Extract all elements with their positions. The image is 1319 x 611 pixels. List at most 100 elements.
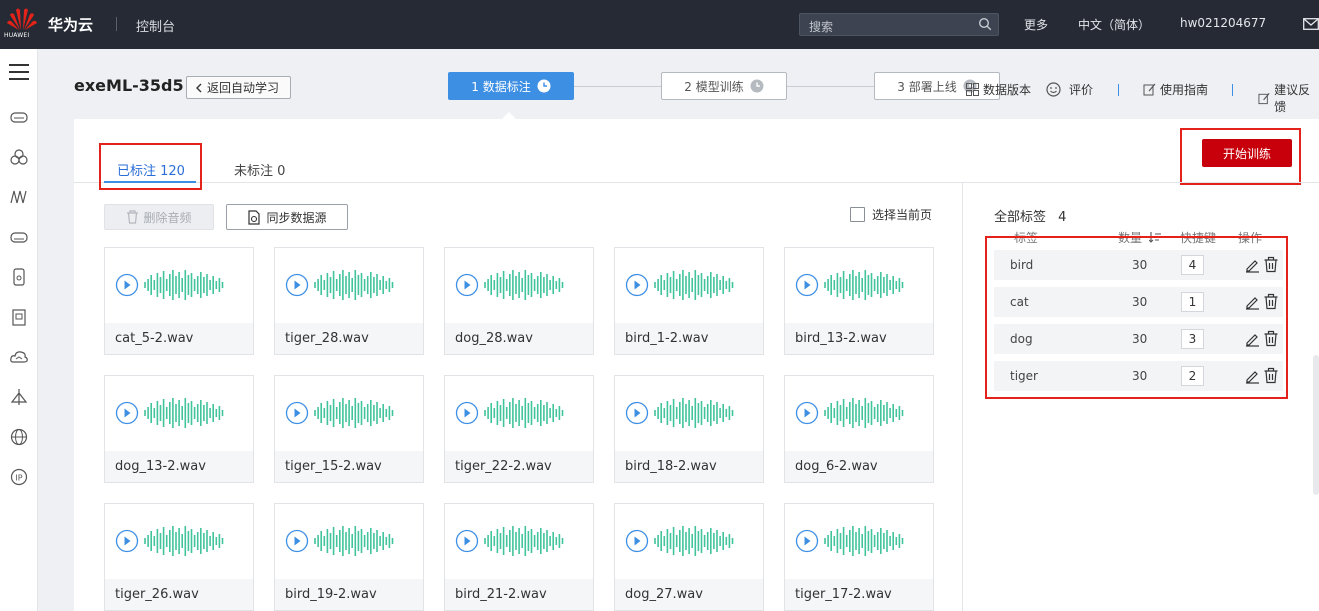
all-labels-title: 全部标签	[994, 210, 1047, 225]
database-icon[interactable]	[9, 267, 29, 287]
audio-card[interactable]: bird_19-2.wav	[274, 503, 424, 611]
delete-audio-button[interactable]: 删除音频	[104, 204, 214, 230]
project-title: exeML-35d5	[74, 76, 184, 95]
search-input[interactable]: 搜索	[809, 18, 833, 35]
trash-icon	[127, 210, 139, 224]
waveform	[455, 526, 564, 556]
audio-file-name: tiger_22-2.wav	[445, 451, 593, 482]
globe-icon[interactable]	[9, 427, 29, 447]
play-icon[interactable]	[625, 273, 649, 297]
waveform	[795, 270, 904, 300]
audio-card[interactable]: bird_18-2.wav	[614, 375, 764, 483]
audio-file-name: dog_13-2.wav	[105, 451, 253, 482]
waveform	[285, 398, 394, 428]
audio-card[interactable]: tiger_17-2.wav	[784, 503, 934, 611]
ai-icon[interactable]	[9, 387, 29, 407]
rate-link[interactable]: 评价	[1046, 81, 1093, 98]
feedback-label: 建议反馈	[1274, 83, 1311, 114]
toolbar-divider	[1118, 84, 1119, 96]
audio-card[interactable]: dog_28.wav	[444, 247, 594, 355]
audio-file-name: tiger_15-2.wav	[275, 451, 423, 482]
step-label: 2 模型训练	[684, 79, 744, 94]
play-icon[interactable]	[115, 401, 139, 425]
network-icon[interactable]	[9, 187, 29, 207]
audio-card[interactable]: bird_21-2.wav	[444, 503, 594, 611]
step-model-training[interactable]: 2 模型训练	[661, 72, 787, 100]
audio-card[interactable]: dog_6-2.wav	[784, 375, 934, 483]
audio-card[interactable]: cat_5-2.wav	[104, 247, 254, 355]
audio-card[interactable]: bird_1-2.wav	[614, 247, 764, 355]
service-sidebar: IP	[0, 49, 38, 611]
waveform	[285, 270, 394, 300]
console-link[interactable]: 控制台	[136, 16, 175, 35]
more-menu[interactable]: 更多	[1024, 16, 1048, 33]
search-icon[interactable]	[978, 17, 992, 31]
audio-card[interactable]: tiger_15-2.wav	[274, 375, 424, 483]
clock-icon	[750, 79, 764, 93]
top-nav-bar: HUAWEI 华为云 控制台 搜索 更多 中文（简体） hw021204677	[0, 0, 1319, 49]
waveform	[115, 398, 224, 428]
play-icon[interactable]	[795, 273, 819, 297]
back-to-exeml-button[interactable]: 返回自动学习	[186, 76, 291, 99]
audio-file-name: bird_1-2.wav	[615, 323, 763, 354]
play-icon[interactable]	[795, 401, 819, 425]
document-icon[interactable]	[9, 307, 29, 327]
cloud-server-icon[interactable]	[9, 107, 29, 127]
feedback-link[interactable]: 建议反馈	[1258, 81, 1319, 115]
play-icon[interactable]	[455, 401, 479, 425]
audio-card[interactable]: dog_13-2.wav	[104, 375, 254, 483]
audio-file-name: cat_5-2.wav	[105, 323, 253, 354]
ip-icon[interactable]: IP	[9, 467, 29, 487]
step-label: 3 部署上线	[897, 79, 957, 94]
sync-data-source-label: 同步数据源	[266, 210, 327, 225]
audio-card[interactable]: tiger_28.wav	[274, 247, 424, 355]
audio-file-name: bird_21-2.wav	[445, 579, 593, 610]
huawei-logo[interactable]: HUAWEI	[4, 6, 38, 42]
select-current-page[interactable]: 选择当前页	[850, 206, 932, 223]
play-icon[interactable]	[455, 529, 479, 553]
audio-card[interactable]: tiger_26.wav	[104, 503, 254, 611]
panel-separator	[962, 182, 1319, 183]
menu-icon[interactable]	[9, 64, 29, 80]
step-label: 1 数据标注	[471, 79, 531, 94]
storage-icon[interactable]	[9, 227, 29, 247]
audio-card[interactable]: tiger_22-2.wav	[444, 375, 594, 483]
play-icon[interactable]	[795, 529, 819, 553]
select-page-checkbox[interactable]	[850, 207, 865, 222]
brand-name[interactable]: 华为云	[48, 14, 93, 35]
global-search[interactable]: 搜索	[799, 13, 999, 36]
play-icon[interactable]	[115, 273, 139, 297]
all-labels-heading: 全部标签 4	[994, 206, 1066, 225]
user-guide-link[interactable]: 使用指南	[1143, 81, 1208, 98]
cloud-group-icon[interactable]	[9, 147, 29, 167]
waveform	[625, 270, 734, 300]
audio-file-name: dog_27.wav	[615, 579, 763, 610]
delete-audio-label: 删除音频	[143, 210, 192, 225]
sync-data-source-button[interactable]: 同步数据源	[226, 204, 348, 230]
edit-note-icon	[1143, 83, 1156, 96]
mail-icon[interactable]	[1303, 18, 1319, 30]
play-icon[interactable]	[455, 273, 479, 297]
rate-label: 评价	[1069, 83, 1094, 97]
data-version-link[interactable]: 数据版本	[966, 81, 1031, 98]
audio-file-name: tiger_17-2.wav	[785, 579, 933, 610]
feedback-icon	[1258, 92, 1270, 104]
user-account[interactable]: hw021204677	[1180, 16, 1266, 30]
svg-text:IP: IP	[15, 474, 22, 483]
audio-card[interactable]: dog_27.wav	[614, 503, 764, 611]
cloud-monitor-icon[interactable]	[9, 347, 29, 367]
tab-unlabeled[interactable]: 未标注 0	[234, 160, 285, 179]
play-icon[interactable]	[285, 401, 309, 425]
play-icon[interactable]	[625, 529, 649, 553]
language-switch[interactable]: 中文（简体）	[1078, 16, 1150, 33]
play-icon[interactable]	[285, 273, 309, 297]
play-icon[interactable]	[625, 401, 649, 425]
play-icon[interactable]	[285, 529, 309, 553]
audio-file-name: bird_19-2.wav	[275, 579, 423, 610]
play-icon[interactable]	[115, 529, 139, 553]
audio-card[interactable]: bird_13-2.wav	[784, 247, 934, 355]
step-data-labeling[interactable]: 1 数据标注	[448, 72, 574, 100]
page-scrollbar[interactable]	[1313, 355, 1319, 495]
waveform	[795, 398, 904, 428]
huawei-flower-icon	[7, 8, 37, 30]
